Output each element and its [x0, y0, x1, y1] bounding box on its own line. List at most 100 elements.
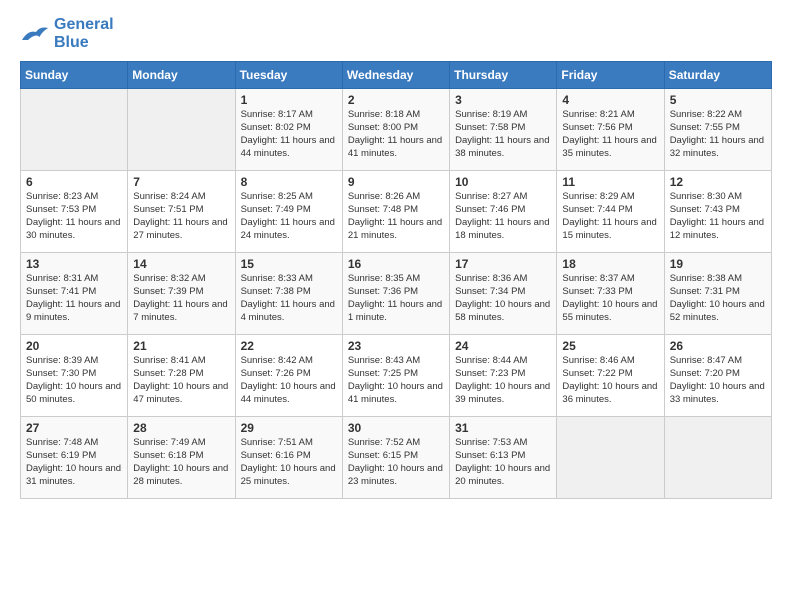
day-number: 28: [133, 421, 229, 435]
week-row-3: 13 Sunrise: 8:31 AMSunset: 7:41 PMDayligh…: [21, 253, 772, 335]
day-header-monday: Monday: [128, 62, 235, 89]
week-row-5: 27 Sunrise: 7:48 AMSunset: 6:19 PMDayligh…: [21, 417, 772, 499]
cell-content: Sunrise: 8:36 AMSunset: 7:34 PMDaylight:…: [455, 273, 551, 324]
day-number: 20: [26, 339, 122, 353]
calendar-cell: 26 Sunrise: 8:47 AMSunset: 7:20 PMDayligh…: [664, 335, 771, 417]
day-header-thursday: Thursday: [450, 62, 557, 89]
calendar-cell: 25 Sunrise: 8:46 AMSunset: 7:22 PMDayligh…: [557, 335, 664, 417]
calendar-cell: 7 Sunrise: 8:24 AMSunset: 7:51 PMDaylight…: [128, 171, 235, 253]
day-number: 23: [348, 339, 444, 353]
day-number: 26: [670, 339, 766, 353]
day-number: 10: [455, 175, 551, 189]
day-number: 4: [562, 93, 658, 107]
cell-content: Sunrise: 8:39 AMSunset: 7:30 PMDaylight:…: [26, 355, 122, 406]
week-row-1: 1 Sunrise: 8:17 AMSunset: 8:02 PMDaylight…: [21, 89, 772, 171]
day-number: 30: [348, 421, 444, 435]
day-number: 7: [133, 175, 229, 189]
cell-content: Sunrise: 8:26 AMSunset: 7:48 PMDaylight:…: [348, 191, 444, 242]
calendar-cell: 16Sunrise: 8:35 AMSunset: 7:36 PMDayligh…: [342, 253, 449, 335]
cell-content: Sunrise: 8:17 AMSunset: 8:02 PMDaylight:…: [241, 109, 337, 160]
cell-content: Sunrise: 8:35 AMSunset: 7:36 PMDaylight:…: [348, 273, 444, 324]
day-number: 18: [562, 257, 658, 271]
logo: General Blue: [20, 16, 114, 51]
calendar-cell: 31Sunrise: 7:53 AMSunset: 6:13 PMDayligh…: [450, 417, 557, 499]
day-number: 8: [241, 175, 337, 189]
day-number: 9: [348, 175, 444, 189]
cell-content: Sunrise: 8:18 AMSunset: 8:00 PMDaylight:…: [348, 109, 444, 160]
cell-content: Sunrise: 8:23 AMSunset: 7:53 PMDaylight:…: [26, 191, 122, 242]
calendar-cell: 30 Sunrise: 7:52 AMSunset: 6:15 PMDayligh…: [342, 417, 449, 499]
calendar-cell: 22Sunrise: 8:42 AMSunset: 7:26 PMDayligh…: [235, 335, 342, 417]
day-number: 2: [348, 93, 444, 107]
cell-content: Sunrise: 8:24 AMSunset: 7:51 PMDaylight:…: [133, 191, 229, 242]
calendar-cell: [21, 89, 128, 171]
calendar-cell: 24 Sunrise: 8:44 AMSunset: 7:23 PMDayligh…: [450, 335, 557, 417]
cell-content: Sunrise: 8:27 AMSunset: 7:46 PMDaylight:…: [455, 191, 551, 242]
cell-content: Sunrise: 8:21 AMSunset: 7:56 PMDaylight:…: [562, 109, 658, 160]
calendar-table: SundayMondayTuesdayWednesdayThursdayFrid…: [20, 61, 772, 499]
calendar-cell: 5 Sunrise: 8:22 AMSunset: 7:55 PMDaylight…: [664, 89, 771, 171]
day-number: 24: [455, 339, 551, 353]
day-header-saturday: Saturday: [664, 62, 771, 89]
day-number: 5: [670, 93, 766, 107]
cell-content: Sunrise: 8:38 AMSunset: 7:31 PMDaylight:…: [670, 273, 766, 324]
day-number: 27: [26, 421, 122, 435]
cell-content: Sunrise: 8:44 AMSunset: 7:23 PMDaylight:…: [455, 355, 551, 406]
calendar-cell: 20 Sunrise: 8:39 AMSunset: 7:30 PMDayligh…: [21, 335, 128, 417]
cell-content: Sunrise: 8:19 AMSunset: 7:58 PMDaylight:…: [455, 109, 551, 160]
calendar-cell: 4 Sunrise: 8:21 AMSunset: 7:56 PMDaylight…: [557, 89, 664, 171]
day-number: 22: [241, 339, 337, 353]
calendar-cell: 12 Sunrise: 8:30 AMSunset: 7:43 PMDayligh…: [664, 171, 771, 253]
cell-content: Sunrise: 7:48 AMSunset: 6:19 PMDaylight:…: [26, 437, 122, 488]
cell-content: Sunrise: 8:31 AMSunset: 7:41 PMDaylight:…: [26, 273, 122, 324]
week-row-4: 20 Sunrise: 8:39 AMSunset: 7:30 PMDayligh…: [21, 335, 772, 417]
calendar-cell: 2 Sunrise: 8:18 AMSunset: 8:00 PMDaylight…: [342, 89, 449, 171]
cell-content: Sunrise: 8:43 AMSunset: 7:25 PMDaylight:…: [348, 355, 444, 406]
day-number: 12: [670, 175, 766, 189]
calendar-cell: 15 Sunrise: 8:33 AMSunset: 7:38 PMDayligh…: [235, 253, 342, 335]
week-row-2: 6 Sunrise: 8:23 AMSunset: 7:53 PMDaylight…: [21, 171, 772, 253]
cell-content: Sunrise: 8:46 AMSunset: 7:22 PMDaylight:…: [562, 355, 658, 406]
day-header-tuesday: Tuesday: [235, 62, 342, 89]
logo-icon: [20, 22, 50, 46]
cell-content: Sunrise: 8:25 AMSunset: 7:49 PMDaylight:…: [241, 191, 337, 242]
cell-content: Sunrise: 8:29 AMSunset: 7:44 PMDaylight:…: [562, 191, 658, 242]
cell-content: Sunrise: 8:22 AMSunset: 7:55 PMDaylight:…: [670, 109, 766, 160]
day-number: 25: [562, 339, 658, 353]
cell-content: Sunrise: 7:53 AMSunset: 6:13 PMDaylight:…: [455, 437, 551, 488]
calendar-cell: 6 Sunrise: 8:23 AMSunset: 7:53 PMDaylight…: [21, 171, 128, 253]
cell-content: Sunrise: 8:30 AMSunset: 7:43 PMDaylight:…: [670, 191, 766, 242]
calendar-cell: 13 Sunrise: 8:31 AMSunset: 7:41 PMDayligh…: [21, 253, 128, 335]
logo-text: General Blue: [54, 16, 114, 51]
calendar-cell: 21Sunrise: 8:41 AMSunset: 7:28 PMDayligh…: [128, 335, 235, 417]
calendar-cell: 17Sunrise: 8:36 AMSunset: 7:34 PMDayligh…: [450, 253, 557, 335]
calendar-cell: 28Sunrise: 7:49 AMSunset: 6:18 PMDayligh…: [128, 417, 235, 499]
day-number: 11: [562, 175, 658, 189]
day-number: 14: [133, 257, 229, 271]
cell-content: Sunrise: 8:41 AMSunset: 7:28 PMDaylight:…: [133, 355, 229, 406]
calendar-cell: 1 Sunrise: 8:17 AMSunset: 8:02 PMDaylight…: [235, 89, 342, 171]
cell-content: Sunrise: 8:33 AMSunset: 7:38 PMDaylight:…: [241, 273, 337, 324]
calendar-cell: 27 Sunrise: 7:48 AMSunset: 6:19 PMDayligh…: [21, 417, 128, 499]
day-number: 29: [241, 421, 337, 435]
calendar-cell: 8 Sunrise: 8:25 AMSunset: 7:49 PMDaylight…: [235, 171, 342, 253]
calendar-cell: [664, 417, 771, 499]
calendar-cell: 18Sunrise: 8:37 AMSunset: 7:33 PMDayligh…: [557, 253, 664, 335]
calendar-cell: 3 Sunrise: 8:19 AMSunset: 7:58 PMDaylight…: [450, 89, 557, 171]
header-row: SundayMondayTuesdayWednesdayThursdayFrid…: [21, 62, 772, 89]
day-number: 1: [241, 93, 337, 107]
calendar-cell: 14Sunrise: 8:32 AMSunset: 7:39 PMDayligh…: [128, 253, 235, 335]
day-number: 3: [455, 93, 551, 107]
day-header-friday: Friday: [557, 62, 664, 89]
calendar-cell: [557, 417, 664, 499]
calendar-cell: 11 Sunrise: 8:29 AMSunset: 7:44 PMDayligh…: [557, 171, 664, 253]
day-number: 6: [26, 175, 122, 189]
day-header-sunday: Sunday: [21, 62, 128, 89]
calendar-cell: [128, 89, 235, 171]
cell-content: Sunrise: 8:47 AMSunset: 7:20 PMDaylight:…: [670, 355, 766, 406]
calendar-cell: 10 Sunrise: 8:27 AMSunset: 7:46 PMDayligh…: [450, 171, 557, 253]
cell-content: Sunrise: 7:52 AMSunset: 6:15 PMDaylight:…: [348, 437, 444, 488]
day-number: 13: [26, 257, 122, 271]
day-number: 15: [241, 257, 337, 271]
calendar-cell: 29Sunrise: 7:51 AMSunset: 6:16 PMDayligh…: [235, 417, 342, 499]
